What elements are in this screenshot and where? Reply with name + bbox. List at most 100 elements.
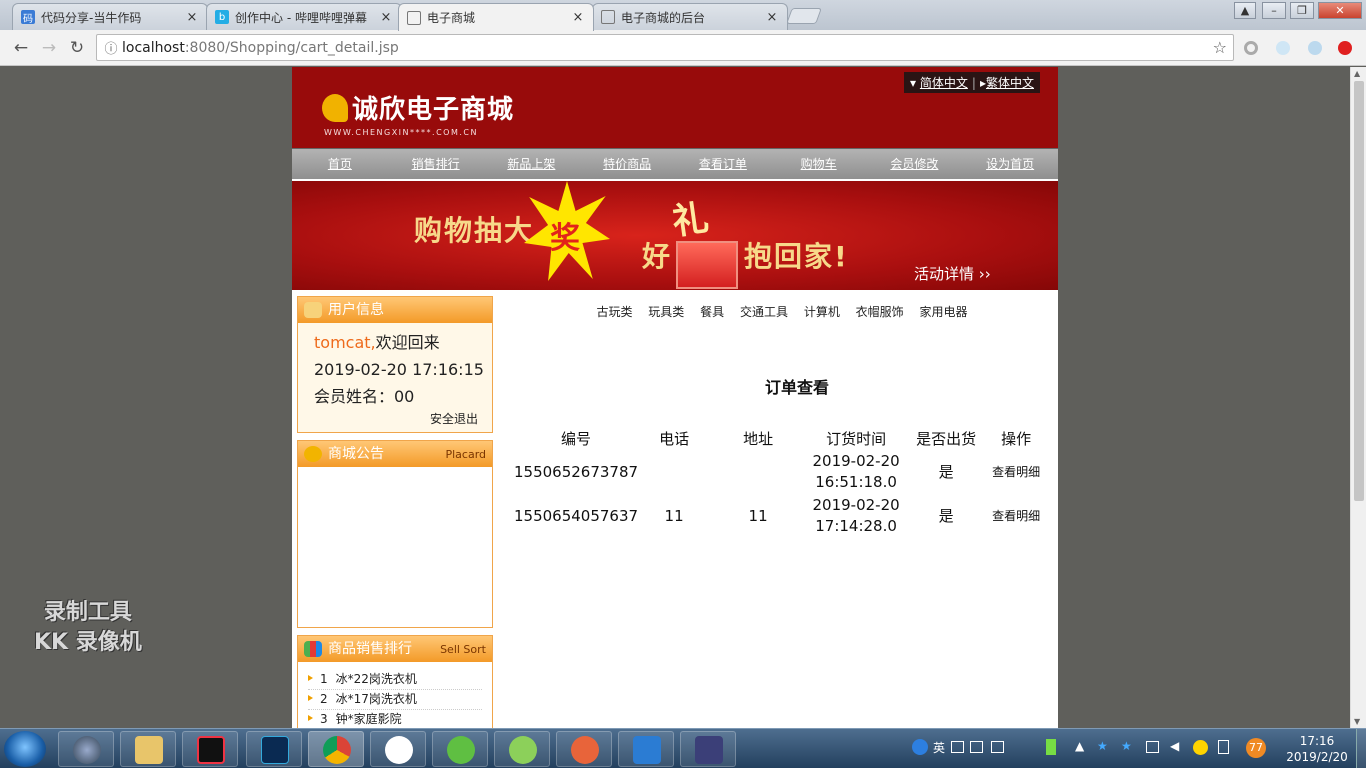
restore-button[interactable]: ❐ bbox=[1290, 2, 1314, 19]
traditional-chinese-link[interactable]: 繁体中文 bbox=[986, 76, 1034, 90]
taskbar-app-green[interactable] bbox=[494, 731, 550, 767]
banner-text-3: 抱回家! bbox=[744, 240, 849, 273]
taskbar-app-cloud[interactable] bbox=[370, 731, 426, 767]
plus-tray-icon[interactable] bbox=[1193, 740, 1208, 755]
url-host: localhost bbox=[122, 39, 185, 56]
forward-arrow-icon[interactable]: → bbox=[38, 38, 60, 58]
nav-view-orders[interactable]: 查看订单 bbox=[675, 149, 771, 179]
taskbar-wechat[interactable] bbox=[432, 731, 488, 767]
site-logo[interactable]: 诚欣电子商城 WWW.CHENGXIN****.COM.CN bbox=[322, 89, 514, 137]
show-desktop-button[interactable] bbox=[1356, 729, 1366, 768]
extension-cloud-icon[interactable] bbox=[1276, 41, 1290, 55]
page-scrollbar[interactable]: ▲ ▼ bbox=[1350, 67, 1366, 728]
tab-close-icon[interactable]: × bbox=[379, 10, 393, 25]
simplified-chinese-link[interactable]: 简体中文 bbox=[920, 76, 968, 90]
category-clothing[interactable]: 衣帽服饰 bbox=[856, 305, 904, 319]
taskbar-app-word[interactable] bbox=[618, 731, 674, 767]
col-header-shipped: 是否出货 bbox=[916, 429, 977, 448]
clipboard-tray-icon[interactable] bbox=[1218, 740, 1229, 754]
category-vehicles[interactable]: 交通工具 bbox=[740, 305, 788, 319]
nav-home[interactable]: 首页 bbox=[292, 149, 388, 179]
system-clock[interactable]: 17:16 2019/2/20 bbox=[1284, 733, 1350, 765]
tool-tray-icon[interactable] bbox=[970, 741, 983, 753]
extension-download-icon[interactable] bbox=[1308, 41, 1322, 55]
welcome-text: 欢迎回来 bbox=[375, 333, 440, 352]
nav-specials[interactable]: 特价商品 bbox=[579, 149, 675, 179]
nav-new-arrivals[interactable]: 新品上架 bbox=[484, 149, 580, 179]
nav-sales-ranking[interactable]: 销售排行 bbox=[388, 149, 484, 179]
taskbar-app-1[interactable] bbox=[58, 731, 114, 767]
col-header-id: 编号 bbox=[561, 429, 592, 448]
category-links: 古玩类 玩具类 餐具 交通工具 计算机 衣帽服饰 家用电器 bbox=[506, 303, 1058, 320]
banner-text-1: 购物抽大 bbox=[414, 214, 535, 247]
tab-code-share[interactable]: 码 代码分享-当牛作码 × bbox=[12, 3, 208, 30]
view-details-link[interactable]: 查看明细 bbox=[986, 494, 1046, 538]
back-arrow-icon[interactable]: ← bbox=[10, 38, 32, 58]
category-antiques[interactable]: 古玩类 bbox=[596, 305, 632, 319]
reload-icon[interactable]: ↻ bbox=[66, 38, 88, 58]
tab-title: 代码分享-当牛作码 bbox=[41, 10, 142, 25]
network-tray-icon[interactable] bbox=[1146, 741, 1159, 753]
tab-shop[interactable]: 电子商城 × bbox=[398, 3, 594, 31]
address-bar[interactable]: ⓘ localhost:8080/Shopping/cart_detail.js… bbox=[96, 34, 1234, 61]
user-info-title: 用户信息 bbox=[298, 297, 492, 323]
notification-badge[interactable]: 77 bbox=[1246, 738, 1266, 758]
nav-member-edit[interactable]: 会员修改 bbox=[867, 149, 963, 179]
volume-icon[interactable]: ◀ bbox=[1170, 739, 1179, 753]
bar-chart-icon bbox=[304, 641, 322, 657]
scroll-down-icon[interactable]: ▼ bbox=[1354, 717, 1360, 726]
star-tray-icon[interactable]: ★ bbox=[1097, 739, 1108, 753]
col-header-order-time: 订货时间 bbox=[826, 429, 887, 448]
user-icon[interactable]: ▲ bbox=[1234, 2, 1256, 19]
show-hidden-icons-icon[interactable]: ▲ bbox=[1075, 739, 1084, 753]
scroll-up-icon[interactable]: ▲ bbox=[1354, 69, 1360, 78]
extension-circle-icon[interactable] bbox=[1244, 41, 1258, 55]
user-info-box: 用户信息 tomcat,欢迎回来 2019-02-20 17:16:15 会员姓… bbox=[297, 296, 493, 433]
category-appliances[interactable]: 家用电器 bbox=[920, 305, 968, 319]
tab-shop-admin[interactable]: 电子商城的后台 × bbox=[592, 3, 788, 30]
taskbar-app-mask[interactable] bbox=[556, 731, 612, 767]
view-details-link[interactable]: 查看明细 bbox=[986, 450, 1046, 494]
taskbar-chrome[interactable] bbox=[308, 731, 364, 767]
battery-tray-icon[interactable] bbox=[1046, 739, 1056, 755]
settings-tray-icon[interactable] bbox=[991, 741, 1004, 753]
order-id: 1550652673787 bbox=[514, 462, 639, 481]
new-tab-button[interactable] bbox=[786, 8, 822, 24]
extension-red-icon[interactable] bbox=[1338, 41, 1352, 55]
taskbar-explorer[interactable] bbox=[120, 731, 176, 767]
tab-close-icon[interactable]: × bbox=[185, 10, 199, 25]
scrollbar-thumb[interactable] bbox=[1354, 81, 1364, 501]
logout-link[interactable]: 安全退出 bbox=[314, 410, 492, 428]
category-toys[interactable]: 玩具类 bbox=[648, 305, 684, 319]
minimize-button[interactable]: – bbox=[1262, 2, 1286, 19]
activity-details-link[interactable]: 活动详情 ›› bbox=[914, 263, 991, 284]
tab-close-icon[interactable]: × bbox=[765, 10, 779, 25]
watermark-line-1: 录制工具 bbox=[43, 600, 132, 625]
bookmark-star-icon[interactable]: ☆ bbox=[1213, 38, 1227, 57]
ime-indicator[interactable]: 英 bbox=[933, 739, 945, 756]
list-item[interactable]: 1 冰*22岗洗衣机 bbox=[308, 670, 482, 690]
promo-banner[interactable]: 购物抽大 奖 好 礼 抱回家! 活动详情 ›› bbox=[292, 181, 1058, 290]
page-info-icon[interactable]: ⓘ bbox=[100, 38, 122, 57]
list-item[interactable]: 3 钟*家庭影院 bbox=[308, 710, 482, 728]
search-tray-icon[interactable] bbox=[912, 739, 928, 755]
category-tableware[interactable]: 餐具 bbox=[700, 305, 724, 319]
col-header-action: 操作 bbox=[1001, 429, 1032, 448]
close-window-button[interactable]: ✕ bbox=[1318, 2, 1362, 19]
taskbar-eclipse[interactable] bbox=[680, 731, 736, 767]
megaphone-icon bbox=[304, 446, 322, 462]
start-button[interactable] bbox=[4, 731, 46, 767]
tab-bilibili[interactable]: b 创作中心 - 哔哩哔哩弹幕 × bbox=[206, 3, 402, 30]
category-computers[interactable]: 计算机 bbox=[804, 305, 840, 319]
keyboard-tray-icon[interactable] bbox=[951, 741, 964, 753]
users-icon bbox=[304, 302, 322, 318]
taskbar-photoshop[interactable] bbox=[246, 731, 302, 767]
list-item[interactable]: 2 冰*17岗洗衣机 bbox=[308, 690, 482, 710]
tab-close-icon[interactable]: × bbox=[571, 10, 585, 25]
taskbar-intellij[interactable] bbox=[182, 731, 238, 767]
nav-set-homepage[interactable]: 设为首页 bbox=[962, 149, 1058, 179]
nav-cart[interactable]: 购物车 bbox=[771, 149, 867, 179]
star-tray-icon-2[interactable]: ★ bbox=[1121, 739, 1132, 753]
intellij-icon bbox=[197, 736, 225, 764]
user-info-body: tomcat,欢迎回来 2019-02-20 17:16:15 会员姓名：00 … bbox=[298, 323, 492, 432]
